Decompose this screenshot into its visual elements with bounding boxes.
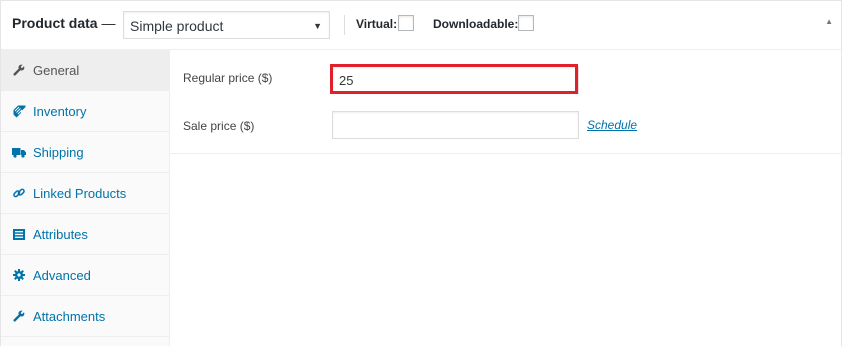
truck-icon xyxy=(12,147,26,158)
general-panel: Regular price ($) Sale price ($) xyxy=(170,50,843,154)
product-data-header: Product data — Simple product ▼ Virtual:… xyxy=(1,1,843,50)
regular-price-input[interactable] xyxy=(332,66,579,94)
product-type-value: Simple product xyxy=(130,18,224,34)
tab-label: Advanced xyxy=(33,267,91,283)
panel-title: Product data — xyxy=(12,15,115,31)
sale-price-input[interactable] xyxy=(332,111,579,139)
tab-advanced[interactable]: Advanced xyxy=(1,255,169,296)
tab-label: Linked Products xyxy=(33,185,127,201)
chevron-down-icon: ▼ xyxy=(313,21,322,31)
header-divider xyxy=(344,15,345,35)
downloadable-label: Downloadable: xyxy=(433,17,519,31)
tab-inventory[interactable]: Inventory xyxy=(1,91,169,132)
schedule-link[interactable]: Schedule xyxy=(587,118,637,132)
product-type-select[interactable]: Simple product ▼ xyxy=(123,11,330,39)
tab-attributes[interactable]: Attributes xyxy=(1,214,169,255)
panel-title-text: Product data xyxy=(12,15,98,31)
gear-icon xyxy=(12,269,26,281)
sale-price-label: Sale price ($) xyxy=(183,119,255,133)
tag-icon xyxy=(12,105,26,118)
virtual-label: Virtual: xyxy=(356,17,398,31)
wrench-icon xyxy=(12,310,26,322)
link-icon xyxy=(12,187,26,199)
wrench-icon xyxy=(12,64,26,76)
regular-price-label: Regular price ($) xyxy=(183,71,273,85)
tab-label: Attachments xyxy=(33,308,106,324)
tab-label: Shipping xyxy=(33,144,84,160)
tab-label: Attributes xyxy=(33,226,88,242)
tab-shipping[interactable]: Shipping xyxy=(1,132,169,173)
tab-linked-products[interactable]: Linked Products xyxy=(1,173,169,214)
title-dash: — xyxy=(101,15,116,31)
tab-general[interactable]: General xyxy=(1,50,169,91)
product-data-tabs: General Inventory Shipping Linked Produc… xyxy=(1,50,170,346)
list-icon xyxy=(12,228,26,240)
downloadable-checkbox[interactable] xyxy=(518,15,534,31)
virtual-checkbox[interactable] xyxy=(398,15,414,31)
tab-label: General xyxy=(33,62,80,78)
tab-label: Inventory xyxy=(33,103,87,119)
tab-attachments[interactable]: Attachments xyxy=(1,296,169,337)
product-data-panel: Product data — Simple product ▼ Virtual:… xyxy=(0,0,843,346)
collapse-arrow-icon[interactable]: ▲ xyxy=(825,17,833,26)
